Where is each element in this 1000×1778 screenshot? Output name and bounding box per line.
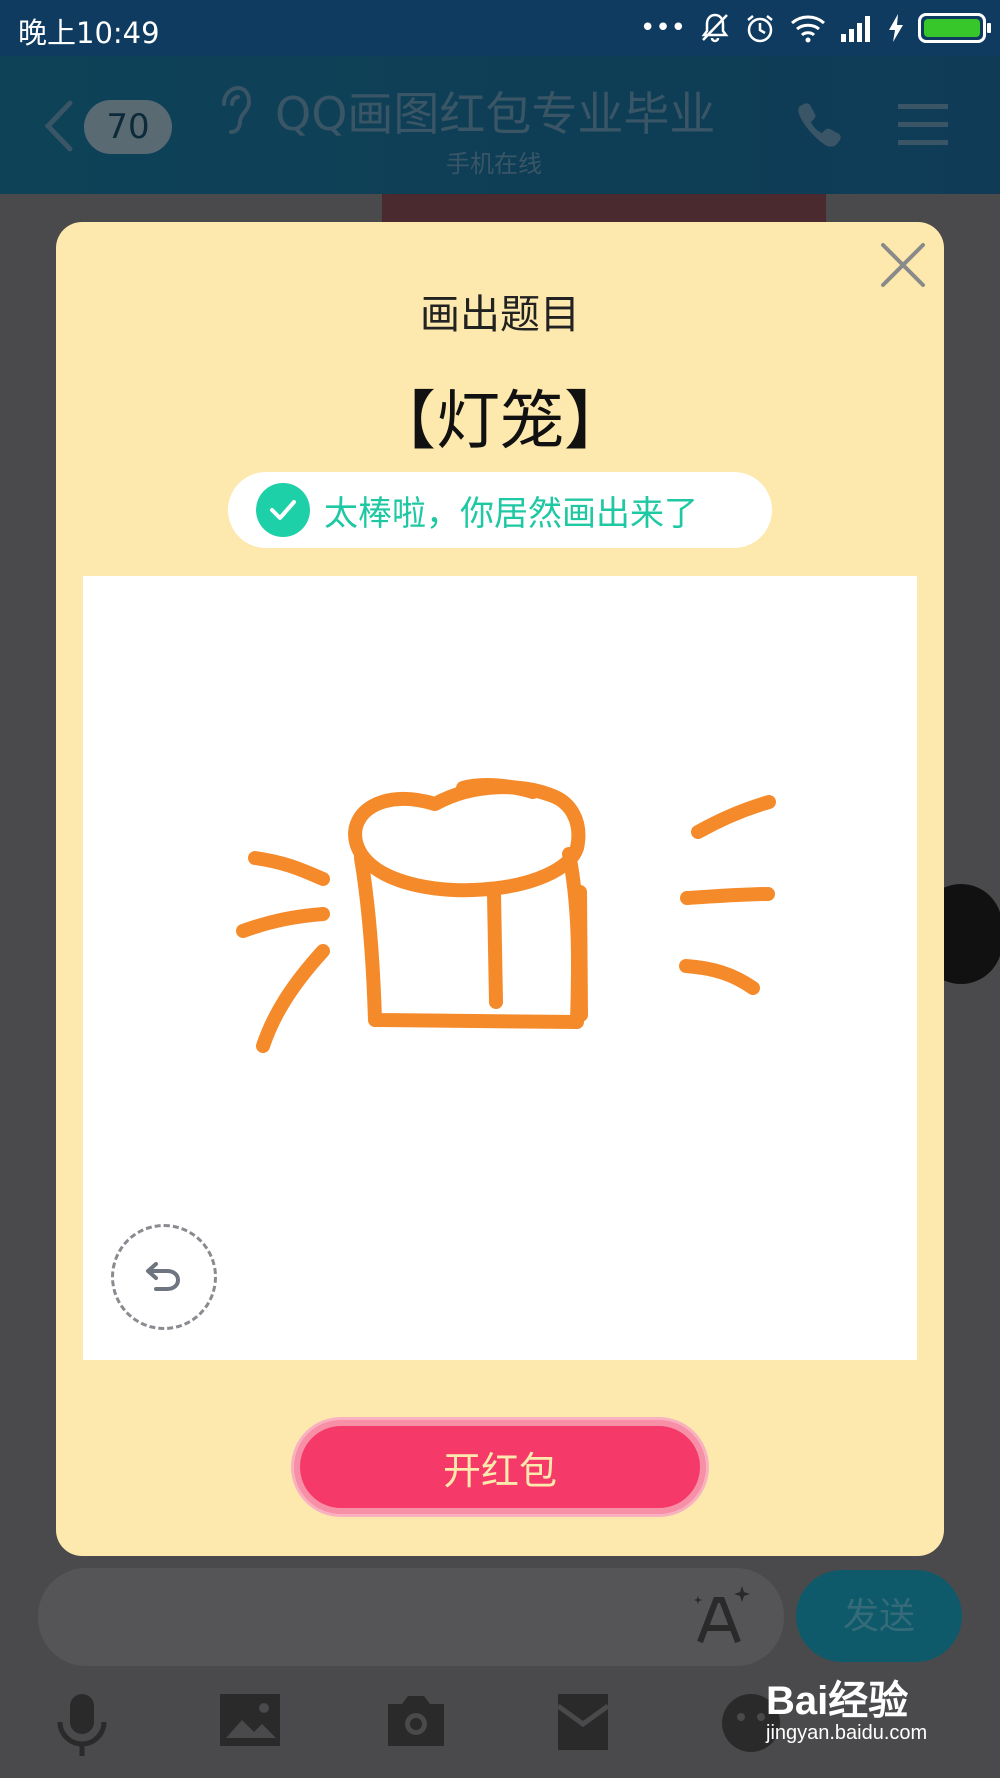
success-banner: 太棒啦，你居然画出来了 [228, 472, 772, 548]
menu-icon[interactable] [898, 102, 948, 150]
open-red-packet-button[interactable]: 开红包 [294, 1420, 706, 1514]
font-style-icon[interactable] [690, 1584, 752, 1650]
drawing-canvas[interactable] [83, 576, 917, 1360]
success-message: 太棒啦，你居然画出来了 [324, 493, 698, 534]
message-bubble [382, 194, 826, 224]
drawing-topic: 【灯笼】 [372, 385, 628, 459]
microphone-icon[interactable] [56, 1692, 108, 1762]
mute-bell-icon [700, 12, 730, 44]
undo-icon [144, 1258, 184, 1297]
baidu-jingyan-watermark: Bai经验 jingyan.baidu.com [766, 1668, 927, 1745]
watermark-url: jingyan.baidu.com [766, 1722, 928, 1744]
status-icons: ••• [639, 8, 991, 48]
chat-title: QQ画图红包专业毕业 [275, 87, 716, 141]
wifi-icon [790, 13, 826, 43]
battery-icon [918, 13, 991, 43]
undo-button[interactable] [111, 1224, 217, 1330]
status-bar: 晚上10:49 ••• [0, 0, 1000, 56]
status-time: 晚上10:49 [18, 16, 160, 50]
phone-icon[interactable] [796, 100, 844, 152]
image-icon[interactable] [218, 1692, 282, 1752]
chat-header: 70 QQ画图红包专业毕业 手机在线 [0, 56, 1000, 194]
lantern-drawing [236, 778, 776, 1053]
charging-icon [888, 13, 904, 43]
send-button[interactable]: 发送 [796, 1570, 962, 1662]
more-dots-icon: ••• [639, 13, 686, 43]
unread-count-badge[interactable]: 70 [84, 100, 172, 154]
ear-icon[interactable] [218, 84, 252, 140]
back-chevron-icon[interactable] [44, 100, 74, 156]
watermark-logo: Bai经验 [766, 1679, 909, 1723]
check-icon [256, 483, 310, 537]
signal-icon [840, 14, 874, 42]
draw-red-packet-dialog: 画出题目 【灯笼】 太棒啦，你居然画出来了 开红包 [56, 222, 944, 1556]
chat-subtitle: 手机在线 [446, 150, 542, 178]
red-packet-icon[interactable] [556, 1692, 610, 1756]
message-input[interactable] [38, 1568, 784, 1666]
camera-icon[interactable] [384, 1692, 448, 1752]
alarm-icon [744, 12, 776, 44]
input-bar: 发送 [0, 1554, 1000, 1674]
dialog-heading: 画出题目 [420, 292, 580, 338]
